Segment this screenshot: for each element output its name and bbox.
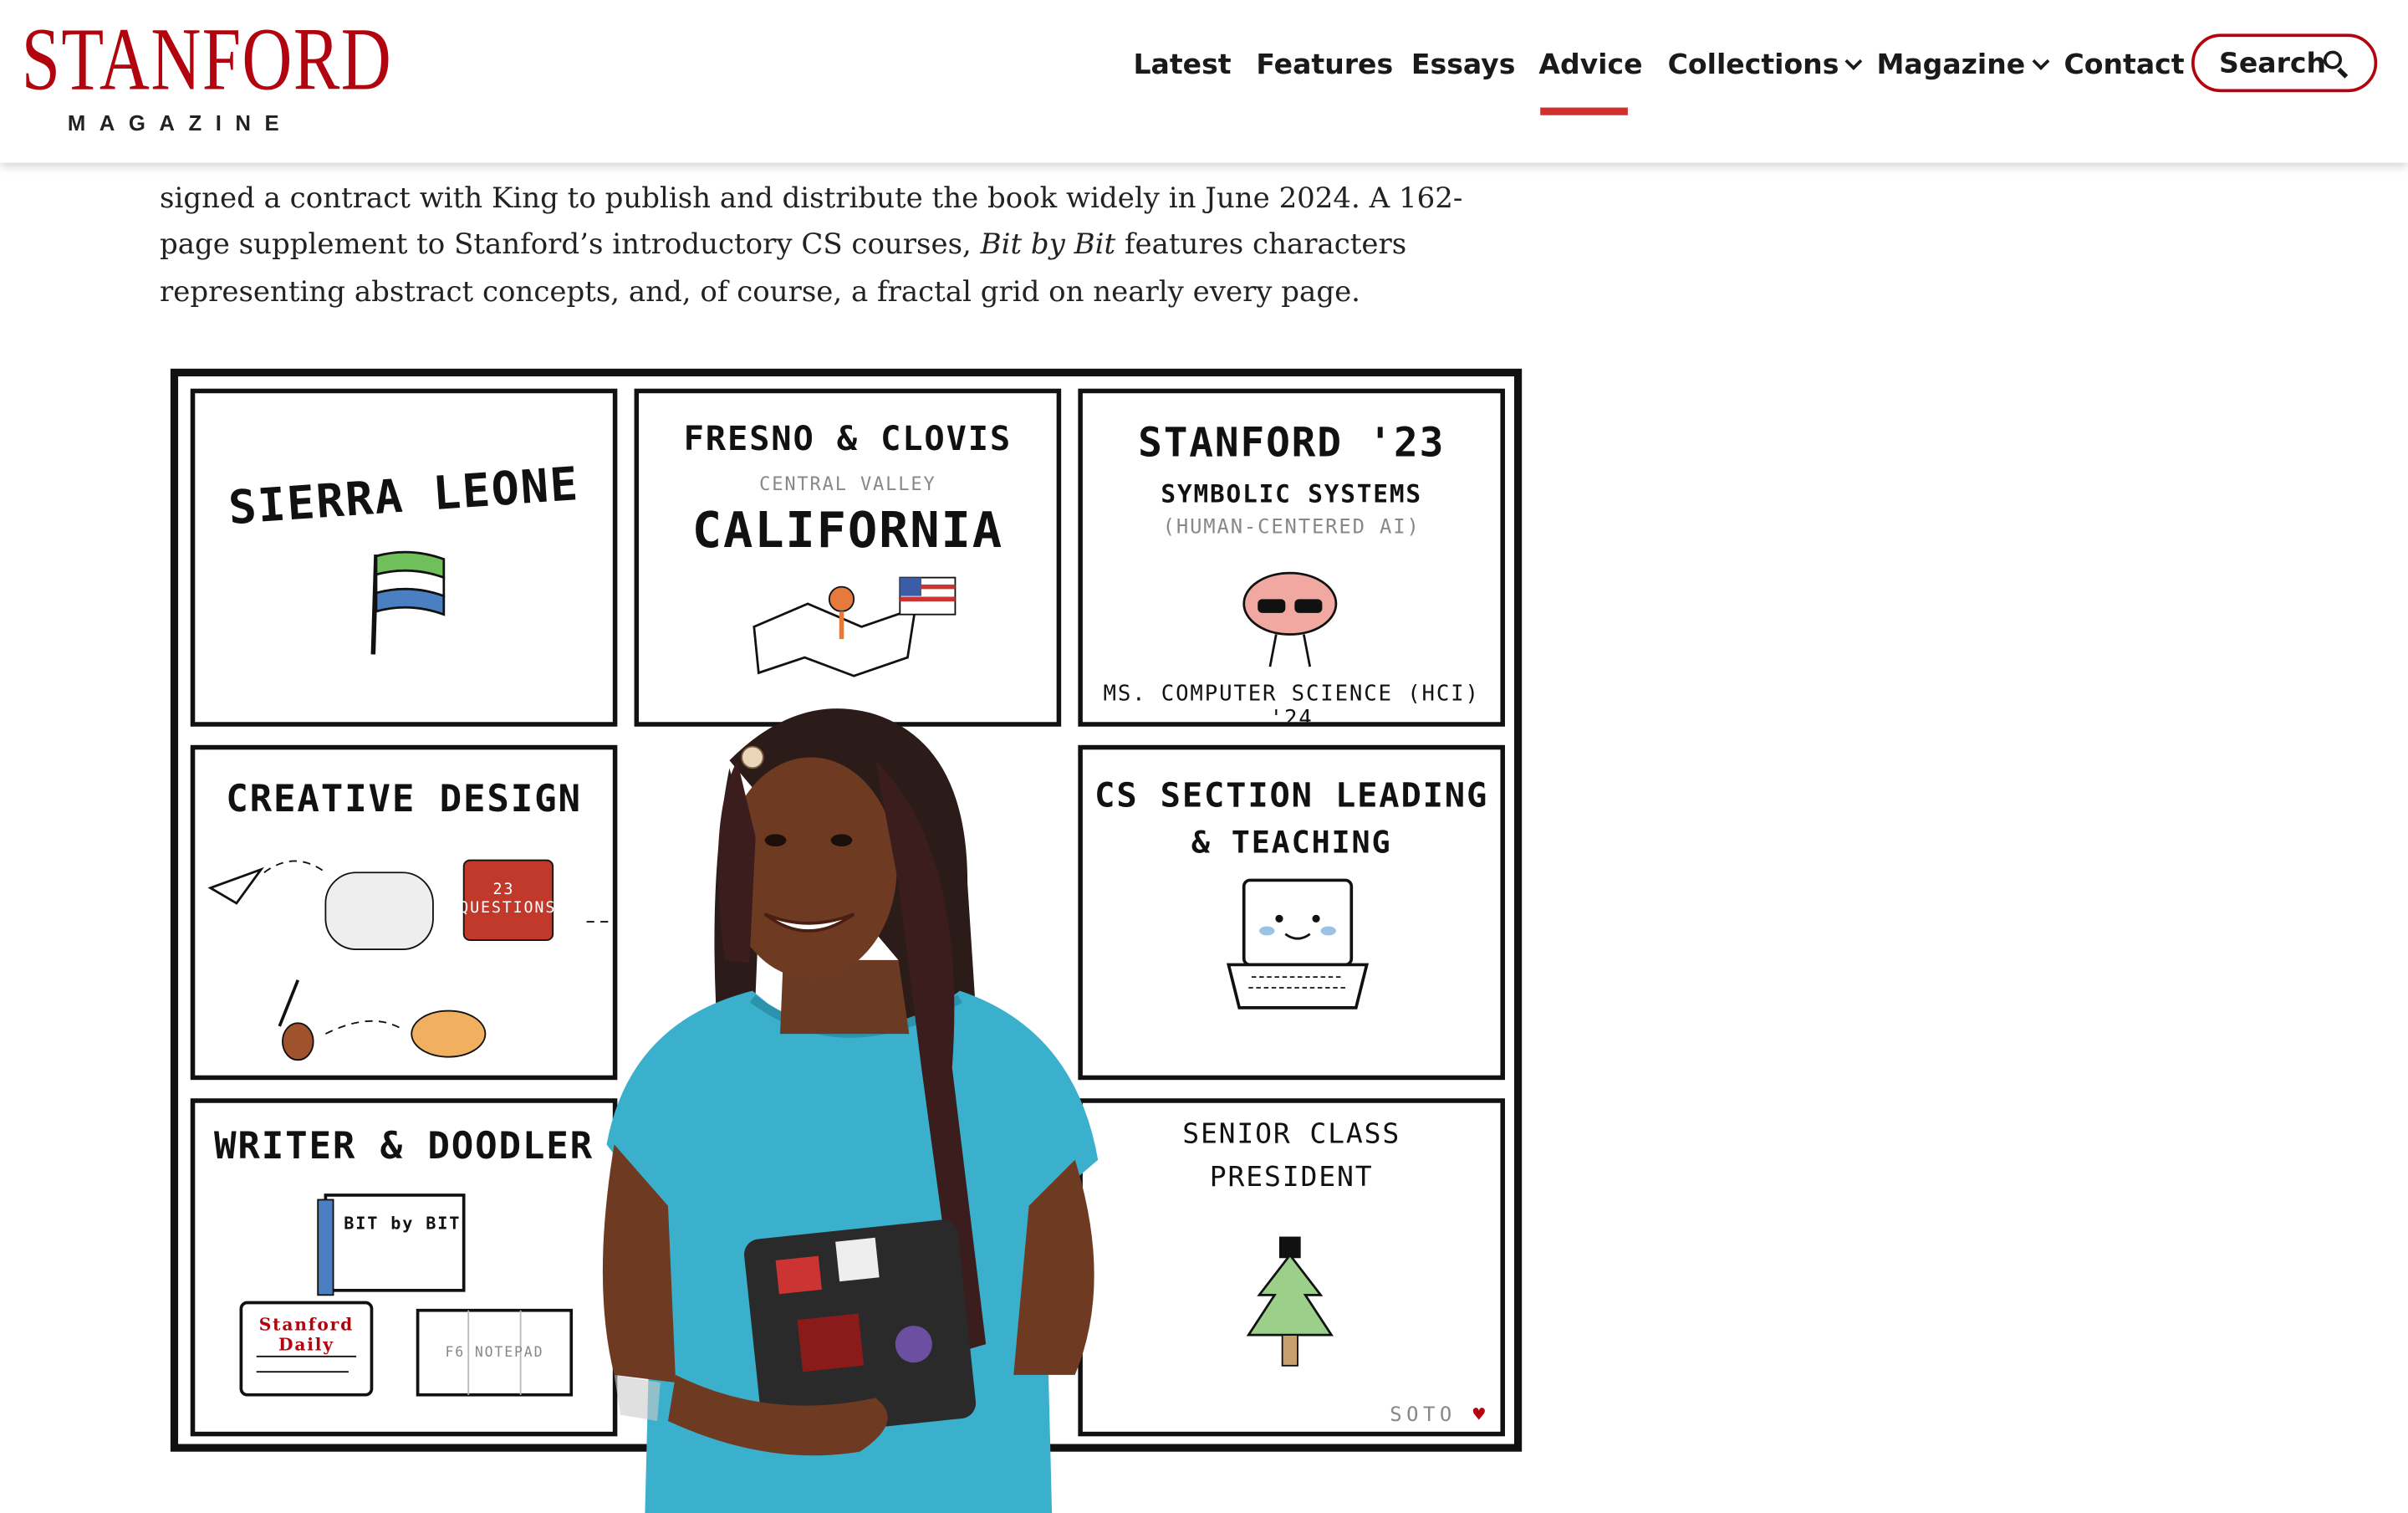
creative-doodles-icon (207, 859, 613, 1061)
human-centered-ai-text: (HUMAN-CENTERED AI) (1162, 516, 1421, 539)
cell-fresno-clovis: FRESNO & CLOVIS CENTRAL VALLEY CALIFORNI… (634, 388, 1062, 727)
book-title: Bit by Bit (980, 228, 1116, 262)
stanford-daily-label: Stanford Daily (258, 1315, 355, 1355)
nav-magazine[interactable]: Magazine (1876, 46, 2049, 86)
tree-icon (1246, 1236, 1334, 1367)
bit-by-bit-label: BIT by BIT (344, 1213, 462, 1234)
nav-features[interactable]: Features (1256, 46, 1393, 86)
nav-collections[interactable]: Collections (1667, 46, 1864, 86)
chevron-down-icon (1845, 53, 1864, 70)
brain-icon (1242, 571, 1338, 667)
search-label: Search (2219, 47, 2327, 80)
flag-icon (370, 550, 446, 655)
nav-magazine-label: Magazine (1876, 49, 2026, 82)
site-header: STANFORD MAGAZINE Latest Features Essays… (0, 0, 2408, 163)
stanford-23-text: STANFORD '23 (1138, 421, 1446, 468)
teaching-text: & TEACHING (1191, 823, 1392, 861)
cell-sierra-leone: SIERRA LEONE (190, 388, 618, 727)
creative-design-text: CREATIVE DESIGN (226, 777, 582, 820)
artist-credit-name: SOTO (1390, 1403, 1457, 1428)
california-text: CALIFORNIA (691, 500, 1003, 560)
nav-essays[interactable]: Essays (1411, 46, 1515, 86)
symbolic-systems-text: SYMBOLIC SYSTEMS (1161, 479, 1422, 509)
nav-latest[interactable]: Latest (1133, 46, 1231, 86)
senior-class-text: SENIOR CLASS (1182, 1118, 1401, 1151)
logo-title[interactable]: STANFORD (22, 14, 392, 105)
president-text: PRESIDENT (1209, 1161, 1374, 1194)
book-23-label: 23 QUESTIONS (459, 882, 557, 918)
cs-section-leading-text: CS SECTION LEADING (1094, 777, 1489, 816)
cell-writer-doodler: WRITER & DOODLER BIT by BIT Stanford Dai… (190, 1098, 618, 1437)
nav-advice[interactable]: Advice (1538, 46, 1642, 86)
cell-cs-section-leading: CS SECTION LEADING & TEACHING (1078, 744, 1505, 1081)
search-icon (2323, 50, 2342, 69)
ms-computer-science-text: MS. COMPUTER SCIENCE (HCI) '24 (1103, 682, 1480, 727)
sierra-leone-text: SIERRA LEONE (227, 457, 581, 536)
heart-icon: ♥ (1472, 1403, 1486, 1428)
fresno-title: FRESNO & CLOVIS (683, 421, 1013, 460)
map-pin-icon (752, 576, 957, 677)
chevron-down-icon (2032, 53, 2049, 70)
writer-doodler-text: WRITER & DOODLER (214, 1124, 594, 1168)
notepad-label: F6 NOTEPAD (445, 1345, 544, 1362)
cell-stanford-23: STANFORD '23 SYMBOLIC SYSTEMS (HUMAN-CEN… (1078, 388, 1505, 727)
nav-collections-label: Collections (1667, 49, 1839, 82)
central-valley-text: CENTRAL VALLEY (759, 473, 936, 495)
cell-senior-class-president: SENIOR CLASS PRESIDENT SOTO ♥ (1078, 1098, 1505, 1437)
nav-contact[interactable]: Contact (2064, 46, 2185, 86)
artist-credit: SOTO ♥ (1390, 1404, 1485, 1428)
laptop-icon (1227, 878, 1370, 1010)
cell-creative-design: CREATIVE DESIGN 23 QUESTIONS (190, 744, 618, 1081)
logo-subtitle[interactable]: MAGAZINE (68, 110, 293, 135)
active-nav-underline (1540, 107, 1628, 115)
search-button[interactable]: Search (2191, 33, 2378, 93)
portrait-photo (602, 708, 1099, 1513)
